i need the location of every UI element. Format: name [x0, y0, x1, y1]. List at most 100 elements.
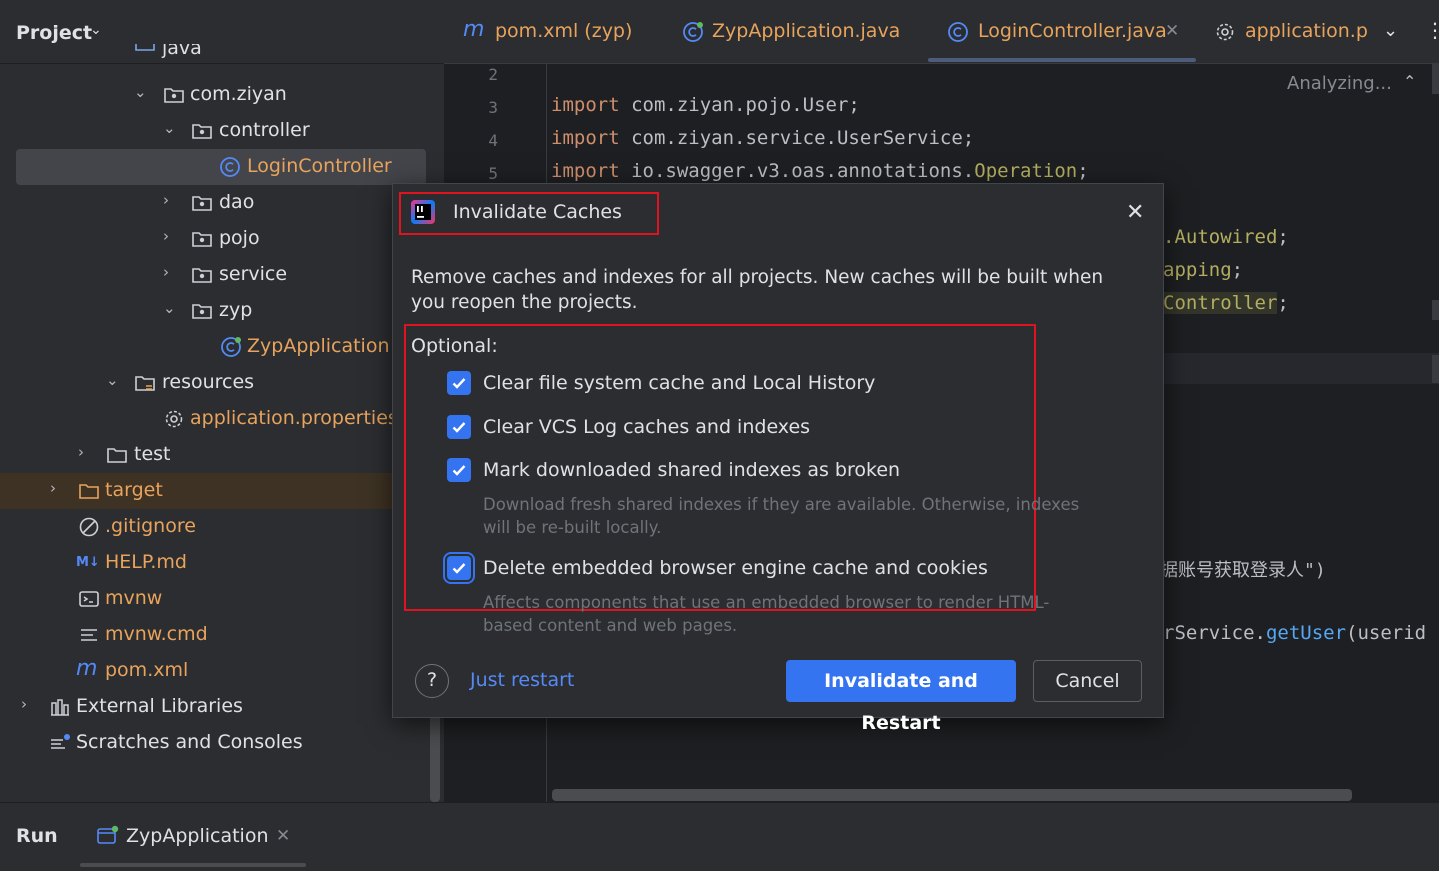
code-text: (userid: [1346, 622, 1427, 644]
chevron-right-icon[interactable]: ›: [50, 479, 66, 499]
dialog-title: Invalidate Caches: [453, 201, 622, 223]
tree-item-dao[interactable]: › dao: [0, 185, 430, 221]
error-stripe: [1432, 64, 1439, 94]
tree-item-scratches[interactable]: Scratches and Consoles: [0, 725, 430, 761]
package-icon: [163, 84, 185, 106]
option-label[interactable]: Delete embedded browser engine cache and…: [483, 557, 988, 579]
dialog-description: Remove caches and indexes for all projec…: [411, 267, 1104, 313]
caret-line-highlight: [1163, 353, 1439, 384]
chevron-right-icon[interactable]: ›: [21, 695, 37, 715]
class-icon: [219, 156, 241, 178]
tree-item-help-md[interactable]: M↓ HELP.md: [0, 545, 430, 581]
run-tab-label[interactable]: ZypApplication: [126, 825, 268, 847]
code-text: ;: [1277, 292, 1289, 314]
cancel-button[interactable]: Cancel: [1033, 660, 1142, 702]
project-scrollbar[interactable]: [430, 715, 440, 802]
close-icon[interactable]: ✕: [1165, 21, 1179, 41]
tab-label: pom.xml (zyp): [495, 20, 633, 42]
terminal-icon: [78, 588, 100, 610]
tree-label: com.ziyan: [190, 83, 287, 105]
tree-item-mvnw-cmd[interactable]: mvnw.cmd: [0, 617, 430, 653]
ignore-icon: [78, 516, 100, 538]
tree-label: resources: [162, 371, 255, 393]
code-keyword: import: [551, 127, 620, 149]
code-keyword: import: [551, 94, 620, 116]
code-line: import com.ziyan.pojo.User;: [551, 94, 860, 116]
tree-item-mvnw[interactable]: mvnw: [0, 581, 430, 617]
option-hint: Download fresh shared indexes if they ar…: [483, 495, 1080, 537]
checkbox-delete-browser-cache[interactable]: [447, 556, 471, 580]
chevron-right-icon[interactable]: ›: [163, 263, 179, 283]
tree-label: mvnw: [105, 587, 163, 609]
help-button[interactable]: ?: [415, 664, 449, 698]
maven-icon: m: [463, 17, 485, 42]
markdown-icon: M↓: [76, 555, 100, 570]
tree-item-test[interactable]: › test: [0, 437, 430, 473]
code-fragment: apping;: [1163, 259, 1243, 281]
code-text: ;: [1231, 259, 1244, 281]
tree-label: controller: [219, 119, 310, 141]
code-method: getUser: [1265, 622, 1347, 644]
spring-class-icon: [682, 21, 704, 48]
active-tab-indicator: [928, 58, 1196, 62]
tree-label: test: [134, 443, 171, 465]
project-title[interactable]: Project: [16, 22, 92, 44]
option-label[interactable]: Clear file system cache and Local Histor…: [483, 372, 875, 394]
tree-item-resources[interactable]: ⌄ resources: [0, 365, 430, 401]
chevron-down-icon[interactable]: ⌄: [1383, 20, 1398, 41]
tab-label: application.p: [1245, 20, 1368, 42]
tree-item-target[interactable]: › target: [0, 473, 392, 509]
folder-icon: [106, 444, 128, 466]
chevron-down-icon[interactable]: ⌄: [90, 22, 102, 38]
chevron-right-icon[interactable]: ›: [78, 443, 94, 463]
analysis-status: Analyzing...: [1287, 73, 1392, 94]
chevron-down-icon[interactable]: ⌄: [163, 299, 179, 319]
checkbox-clear-fs-cache[interactable]: [447, 371, 471, 395]
tree-item-controller[interactable]: ⌄ controller: [0, 113, 430, 149]
tree-item-pojo[interactable]: › pojo: [0, 221, 430, 257]
tree-item-com-ziyan[interactable]: ⌄ com.ziyan: [0, 77, 430, 113]
code-text: com.ziyan.pojo.User;: [619, 94, 860, 116]
chevron-down-icon[interactable]: ⌄: [163, 119, 179, 139]
line-number: 5: [488, 164, 498, 183]
chevron-down-icon[interactable]: ⌄: [134, 83, 150, 103]
chevron-right-icon[interactable]: ›: [163, 191, 179, 211]
invalidate-and-restart-button[interactable]: Invalidate and Restart: [786, 660, 1016, 734]
code-text: rService.: [1163, 622, 1266, 644]
text-file-icon: [78, 624, 100, 646]
spring-class-icon: [220, 336, 242, 358]
tree-label: zyp: [219, 299, 253, 321]
scratches-icon: [49, 732, 71, 754]
tree-item-logincontroller[interactable]: LoginController: [16, 149, 426, 185]
just-restart-link[interactable]: Just restart: [470, 669, 574, 691]
tree-item-external-libraries[interactable]: › External Libraries: [0, 689, 430, 725]
optional-label: Optional:: [411, 335, 498, 357]
tree-item-zypapplication[interactable]: ZypApplication: [0, 329, 430, 365]
tree-item-service[interactable]: › service: [0, 257, 430, 293]
checkbox-mark-indexes-broken[interactable]: [447, 458, 471, 482]
tree-label: java: [162, 44, 202, 59]
tree-item-java[interactable]: java: [0, 44, 430, 64]
close-icon[interactable]: ✕: [276, 826, 290, 846]
tree-item-gitignore[interactable]: .gitignore: [0, 509, 430, 545]
gear-icon: [163, 408, 185, 430]
close-icon[interactable]: ✕: [1126, 200, 1144, 225]
tree-item-zyp[interactable]: ⌄ zyp: [0, 293, 430, 329]
tree-item-pom-xml[interactable]: m pom.xml: [0, 653, 430, 689]
run-tab-indicator: [80, 863, 306, 867]
checkbox-clear-vcs-log[interactable]: [447, 415, 471, 439]
tree-label: mvnw.cmd: [105, 623, 208, 645]
option-label[interactable]: Mark downloaded shared indexes as broken: [483, 459, 900, 481]
more-vertical-icon[interactable]: ⋮: [1425, 18, 1439, 42]
tree-label: Scratches and Consoles: [76, 731, 303, 753]
chevron-right-icon[interactable]: ›: [163, 227, 179, 247]
tree-label: ZypApplication: [247, 335, 390, 357]
tree-label: dao: [219, 191, 255, 213]
tree-item-application-properties[interactable]: application.properties: [0, 401, 430, 437]
option-label[interactable]: Clear VCS Log caches and indexes: [483, 416, 810, 438]
tree-label: LoginController: [247, 155, 392, 177]
chevron-up-icon[interactable]: ⌃: [1403, 72, 1416, 91]
editor-horizontal-scrollbar[interactable]: [552, 789, 1352, 801]
code-keyword: import: [551, 160, 620, 182]
chevron-down-icon[interactable]: ⌄: [106, 371, 122, 391]
